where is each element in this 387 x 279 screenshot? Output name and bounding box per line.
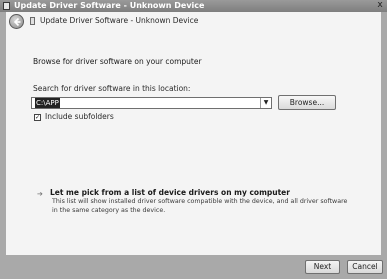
pick-from-list-description: This list will show installed driver sof… [52,198,348,214]
device-icon [30,17,35,25]
close-button[interactable]: x [374,0,386,11]
chevron-down-icon[interactable]: ▼ [260,98,271,108]
cancel-button[interactable]: Cancel [347,260,383,274]
navigation-bar: Update Driver Software - Unknown Device [6,12,381,32]
title-bar: Update Driver Software - Unknown Device … [0,0,387,12]
device-icon [3,2,10,10]
window-title: Update Driver Software - Unknown Device [14,1,205,10]
include-subfolders-checkbox[interactable]: ✓ [34,114,41,121]
back-arrow-icon [13,17,21,27]
nav-title: Update Driver Software - Unknown Device [40,16,199,25]
back-button[interactable] [9,14,24,29]
pick-from-list-link[interactable]: Let me pick from a list of device driver… [50,188,290,198]
dialog-content: Update Driver Software - Unknown Device … [6,12,381,255]
include-subfolders-label[interactable]: Include subfolders [45,112,114,122]
next-button[interactable]: Next [305,260,340,274]
page-heading: Browse for driver software on your compu… [33,57,202,66]
search-location-label: Search for driver software in this locat… [33,84,191,93]
checkmark-icon: ✓ [35,114,41,121]
update-driver-window: Update Driver Software - Unknown Device … [0,0,387,279]
arrow-right-icon: ➔ [37,190,43,198]
location-combobox[interactable]: C:\APP ▼ [31,97,272,109]
location-value[interactable]: C:\APP [35,98,60,108]
browse-button[interactable]: Browse... [278,95,336,110]
dialog-footer: Next Cancel [0,255,387,279]
